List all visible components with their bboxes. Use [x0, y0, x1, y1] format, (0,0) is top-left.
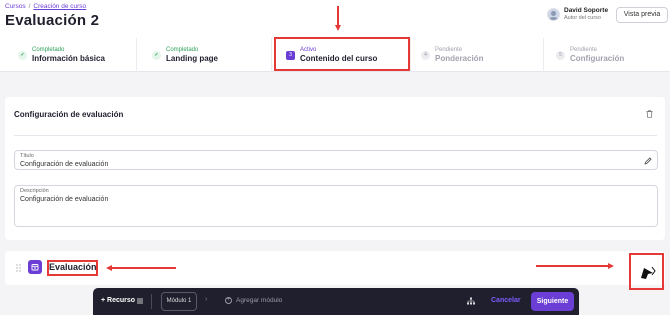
- annotation-box-cursor: [629, 253, 664, 290]
- titulo-label: Título: [20, 153, 34, 159]
- annotation-arrow-shaft: [112, 267, 176, 269]
- page-title: Evaluación 2: [5, 12, 100, 29]
- step-divider: [136, 38, 137, 72]
- breadcrumb-separator: /: [28, 3, 31, 10]
- pencil-icon[interactable]: [643, 156, 653, 166]
- descripcion-label: Descripción: [20, 188, 49, 194]
- user-menu[interactable]: David Soporte Autor del curso: [547, 7, 608, 22]
- check-icon: ✓: [18, 50, 27, 60]
- step-name: Configuración: [570, 53, 625, 63]
- tree-icon[interactable]: [467, 297, 475, 305]
- breadcrumb-root-link[interactable]: Cursos: [5, 3, 26, 10]
- add-resource-button[interactable]: + Recurso: [101, 297, 135, 304]
- evaluation-icon: [28, 260, 42, 274]
- breadcrumb: Cursos / Creación de curso: [5, 3, 86, 10]
- step-divider: [543, 38, 544, 72]
- trash-icon[interactable]: [646, 110, 653, 118]
- annotation-arrow-shaft: [536, 265, 608, 267]
- plus-circle-icon: +: [225, 297, 232, 304]
- step-status: Pendiente: [435, 46, 463, 53]
- next-button[interactable]: Siguiente: [531, 292, 574, 311]
- step-number-badge: 5: [556, 50, 565, 60]
- check-icon: ✓: [152, 50, 161, 60]
- step-informacion-basica[interactable]: ✓ Completado Información básica: [18, 38, 105, 72]
- annotation-arrow-head: [608, 262, 614, 269]
- descripcion-value: Configuración de evaluación: [20, 196, 109, 203]
- step-name: Landing page: [166, 53, 218, 63]
- annotation-box-evaluation: [47, 260, 98, 276]
- config-card: Configuración de evaluación Título Confi…: [5, 97, 665, 240]
- evaluation-row[interactable]: Evaluación: [5, 251, 665, 285]
- card-divider: [14, 135, 657, 136]
- add-module-label: Agregar módulo: [236, 297, 283, 304]
- annotation-box-active-step: [274, 37, 410, 71]
- menu-icon[interactable]: [137, 298, 143, 304]
- cancel-button[interactable]: Cancelar: [491, 297, 521, 304]
- user-role: Autor del curso: [564, 15, 601, 21]
- toolbar-divider: [151, 294, 152, 309]
- module-tab[interactable]: Módulo 1: [161, 292, 197, 311]
- step-number-badge: 4: [421, 50, 430, 60]
- step-divider: [410, 38, 411, 72]
- step-configuracion[interactable]: 5 Pendiente Configuración: [556, 38, 624, 72]
- bottom-toolbar: + Recurso Módulo 1 › + Agregar módulo Ca…: [93, 288, 579, 315]
- preview-button[interactable]: Vista previa: [616, 7, 668, 23]
- annotation-arrow-shaft: [337, 6, 339, 26]
- add-module-button[interactable]: + Agregar módulo: [225, 297, 282, 304]
- avatar: [547, 8, 560, 21]
- step-name: Información básica: [32, 53, 105, 63]
- top-bar: Cursos / Creación de curso Evaluación 2 Da…: [0, 0, 670, 38]
- step-name: Ponderación: [435, 53, 484, 63]
- step-landing-page[interactable]: ✓ Completado Landing page: [152, 38, 218, 72]
- titulo-field[interactable]: Título Configuración de evaluación: [14, 150, 658, 170]
- step-ponderacion[interactable]: 4 Pendiente Ponderación: [421, 38, 483, 72]
- descripcion-field[interactable]: Descripción Configuración de evaluación: [14, 185, 658, 227]
- step-status: Completado: [166, 46, 199, 53]
- step-status: Pendiente: [570, 46, 598, 53]
- config-title: Configuración de evaluación: [14, 110, 124, 119]
- breadcrumb-current-link[interactable]: Creación de curso: [33, 3, 86, 10]
- titulo-value: Configuración de evaluación: [20, 161, 109, 168]
- annotation-arrow-head: [334, 25, 341, 31]
- step-divider: [271, 38, 272, 72]
- user-name: David Soporte: [564, 7, 609, 14]
- cursor-icon: [641, 266, 656, 279]
- step-status: Completado: [32, 46, 65, 53]
- chevron-right-icon[interactable]: ›: [205, 296, 207, 303]
- drag-handle-icon[interactable]: [16, 264, 21, 272]
- annotation-arrow-head: [106, 264, 112, 271]
